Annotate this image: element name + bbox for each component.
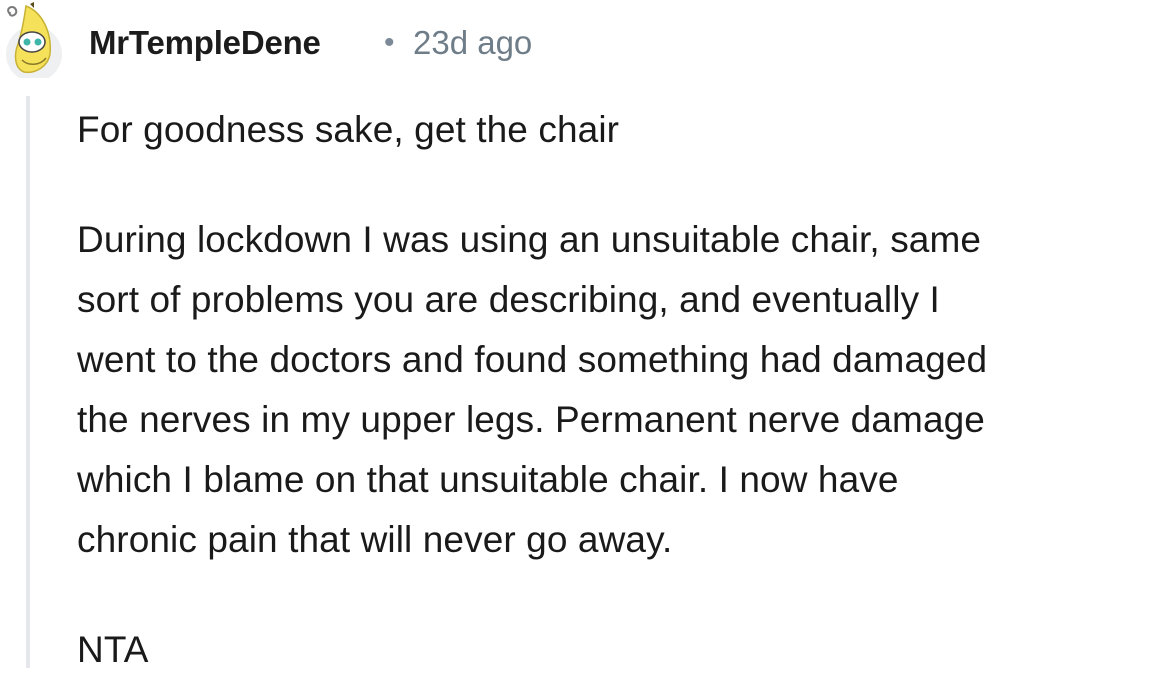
comment-body: For goodness sake, get the chair During … — [77, 100, 1162, 680]
comment-paragraph: NTA — [77, 629, 149, 670]
comment-author[interactable]: MrTempleDene — [89, 24, 321, 62]
thread-collapse-line[interactable] — [26, 96, 30, 668]
comment-paragraph: For goodness sake, get the chair — [77, 109, 620, 150]
comment-timestamp[interactable]: 23d ago — [413, 24, 532, 62]
comment-header: MrTempleDene • 23d ago — [0, 0, 1167, 88]
banana-snoo-avatar-icon — [6, 2, 62, 82]
comment-paragraph: During lockdown I was using an unsuitabl… — [77, 219, 988, 560]
comment: MrTempleDene • 23d ago For goodness sake… — [0, 0, 1167, 670]
meta-separator: • — [384, 26, 395, 59]
user-avatar[interactable] — [0, 2, 72, 82]
